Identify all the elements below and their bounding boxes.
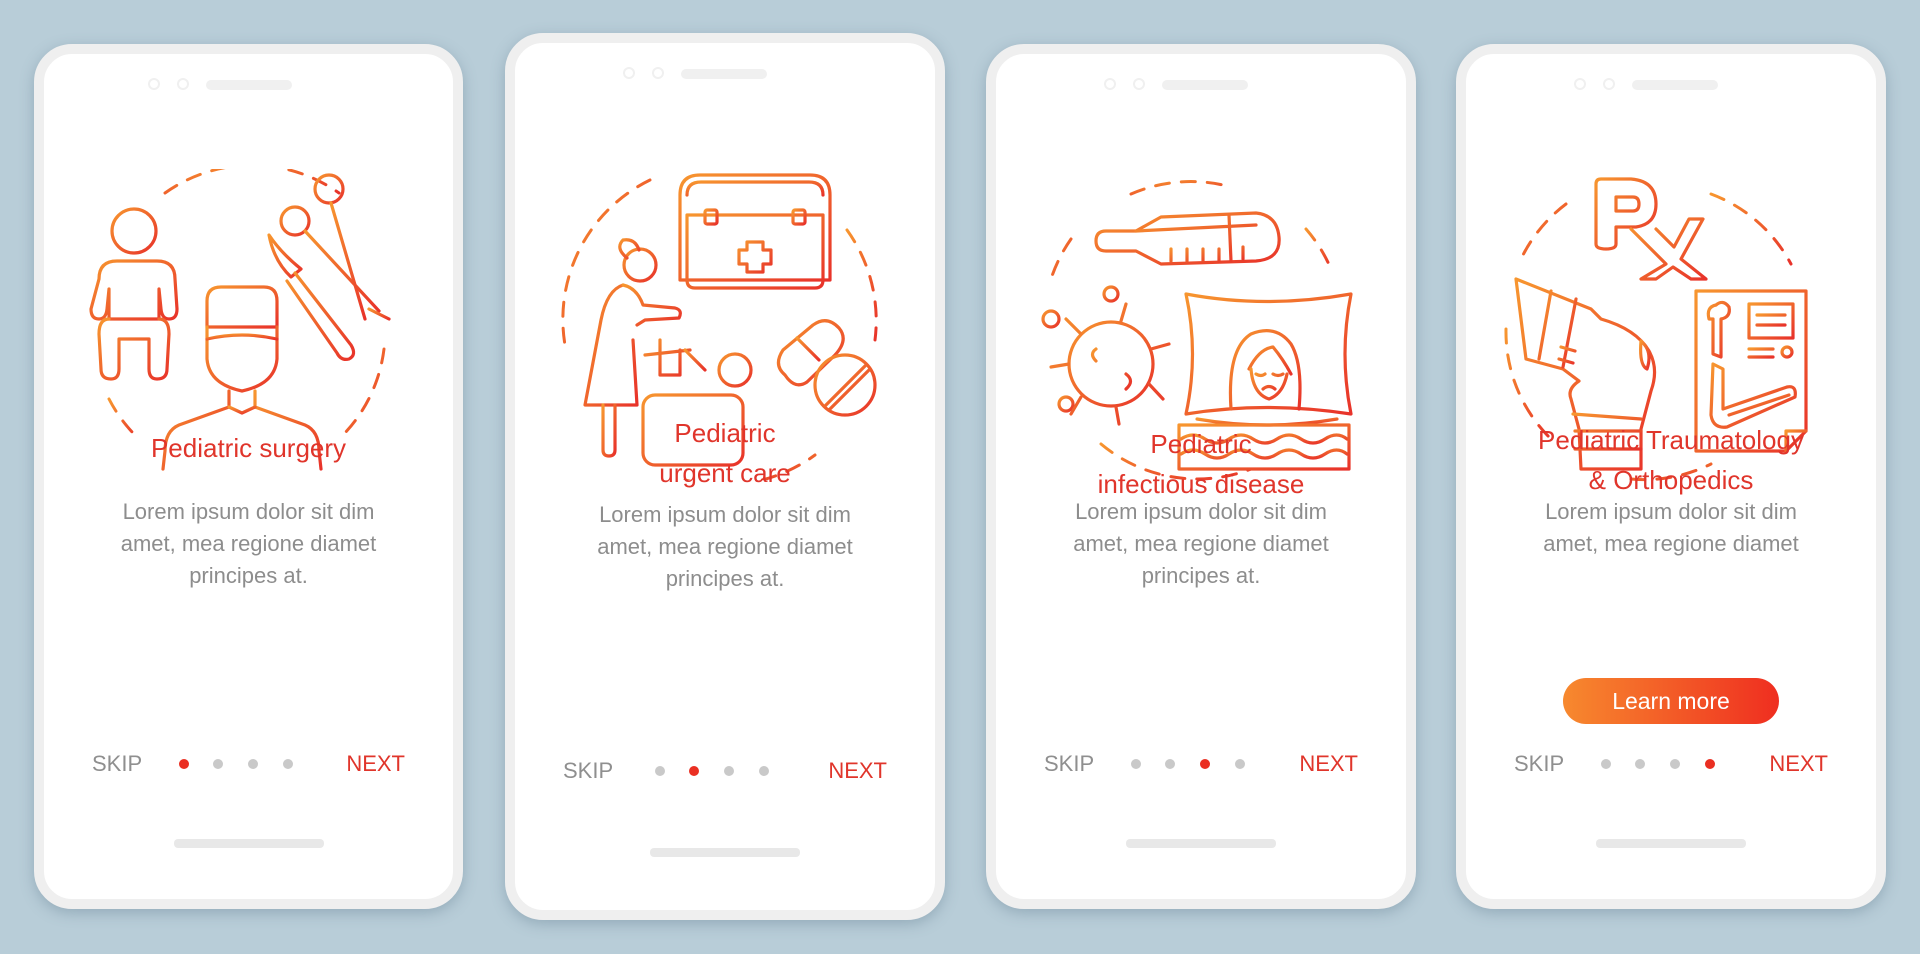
home-indicator[interactable] xyxy=(173,839,324,848)
home-indicator[interactable] xyxy=(650,848,800,857)
description-line: principes at. xyxy=(189,563,308,588)
onboarding-nav: SKIP NEXT xyxy=(44,749,453,779)
sensor-dot xyxy=(1133,78,1145,90)
camera-dot xyxy=(1104,78,1116,90)
title-line: Pediatric xyxy=(1150,429,1252,459)
home-indicator[interactable] xyxy=(1596,839,1746,848)
sensor-dot xyxy=(652,67,664,79)
home-indicator[interactable] xyxy=(1126,839,1276,848)
next-button[interactable]: NEXT xyxy=(1769,749,1828,779)
screen-title: Pediatric Traumatology & Orthopedics xyxy=(1466,420,1876,500)
speaker-bar xyxy=(681,69,767,79)
next-button[interactable]: NEXT xyxy=(828,756,887,786)
onboarding-screen-4: Pediatric Traumatology & Orthopedics Lor… xyxy=(1456,44,1886,909)
page-dot-4[interactable] xyxy=(282,759,293,769)
page-dot-2[interactable] xyxy=(689,766,699,776)
page-dot-3[interactable] xyxy=(247,759,258,769)
page-dot-4[interactable] xyxy=(1705,759,1715,769)
title-line: Pediatric xyxy=(674,418,776,448)
page-dot-1[interactable] xyxy=(655,766,665,776)
onboarding-nav: SKIP NEXT xyxy=(996,749,1406,779)
description-line: Lorem ipsum dolor sit dim xyxy=(1075,499,1327,524)
sensor-dot xyxy=(1603,78,1615,90)
screen-title: Pediatric urgent care xyxy=(515,413,935,493)
speaker-bar xyxy=(206,80,292,90)
next-button[interactable]: NEXT xyxy=(1299,749,1358,779)
onboarding-screen-3: Pediatric infectious disease Lorem ipsum… xyxy=(986,44,1416,909)
screen-title: Pediatric infectious disease xyxy=(996,424,1406,504)
page-dot-1[interactable] xyxy=(178,759,189,769)
skip-button[interactable]: SKIP xyxy=(1044,749,1094,779)
description-line: principes at. xyxy=(1141,563,1261,588)
skip-button[interactable]: SKIP xyxy=(1514,749,1564,779)
screen-description: Lorem ipsum dolor sit dim amet, mea regi… xyxy=(1026,496,1376,592)
skip-button[interactable]: SKIP xyxy=(563,756,613,786)
screen-description: Lorem ipsum dolor sit dim amet, mea regi… xyxy=(74,496,423,592)
description-line: amet, mea regione diamet xyxy=(120,531,377,556)
camera-dot xyxy=(148,78,160,90)
sensor-dot xyxy=(177,78,189,90)
camera-dot xyxy=(623,67,635,79)
page-dot-1[interactable] xyxy=(1601,759,1611,769)
description-line: amet, mea regione diamet xyxy=(1543,531,1799,556)
page-indicator xyxy=(1131,759,1271,769)
screen-title: Pediatric surgery xyxy=(44,428,453,468)
page-dot-4[interactable] xyxy=(759,766,769,776)
page-dot-3[interactable] xyxy=(724,766,734,776)
speaker-bar xyxy=(1632,80,1718,90)
onboarding-screen-1: Pediatric surgery Lorem ipsum dolor sit … xyxy=(34,44,463,909)
page-dot-2[interactable] xyxy=(1165,759,1175,769)
next-button[interactable]: NEXT xyxy=(346,749,405,779)
page-dot-3[interactable] xyxy=(1200,759,1210,769)
description-line: amet, mea regione diamet xyxy=(1073,531,1329,556)
description-line: Lorem ipsum dolor sit dim xyxy=(1545,499,1797,524)
title-line: & Orthopedics xyxy=(1588,465,1754,495)
description-line: Lorem ipsum dolor sit dim xyxy=(599,502,851,527)
title-line: Pediatric Traumatology xyxy=(1538,425,1804,455)
page-indicator xyxy=(178,759,319,769)
speaker-bar xyxy=(1162,80,1248,90)
description-line: Lorem ipsum dolor sit dim xyxy=(122,499,375,524)
onboarding-nav: SKIP NEXT xyxy=(515,756,935,786)
page-dot-2[interactable] xyxy=(1635,759,1645,769)
page-dot-4[interactable] xyxy=(1235,759,1245,769)
page-dot-1[interactable] xyxy=(1131,759,1141,769)
onboarding-nav: SKIP NEXT xyxy=(1466,749,1876,779)
page-dot-2[interactable] xyxy=(212,759,223,769)
onboarding-screen-2: Pediatric urgent care Lorem ipsum dolor … xyxy=(505,33,945,920)
camera-dot xyxy=(1574,78,1586,90)
page-dot-3[interactable] xyxy=(1670,759,1680,769)
page-indicator xyxy=(655,766,795,776)
learn-more-button[interactable]: Learn more xyxy=(1563,678,1779,724)
description-line: amet, mea regione diamet xyxy=(597,534,853,559)
title-line: urgent care xyxy=(659,458,791,488)
screen-description: Lorem ipsum dolor sit dim amet, mea regi… xyxy=(545,499,905,595)
page-indicator xyxy=(1601,759,1741,769)
skip-button[interactable]: SKIP xyxy=(92,749,142,779)
title-line: Pediatric surgery xyxy=(150,433,347,463)
screen-description: Lorem ipsum dolor sit dim amet, mea regi… xyxy=(1496,496,1846,560)
description-line: principes at. xyxy=(665,566,785,591)
